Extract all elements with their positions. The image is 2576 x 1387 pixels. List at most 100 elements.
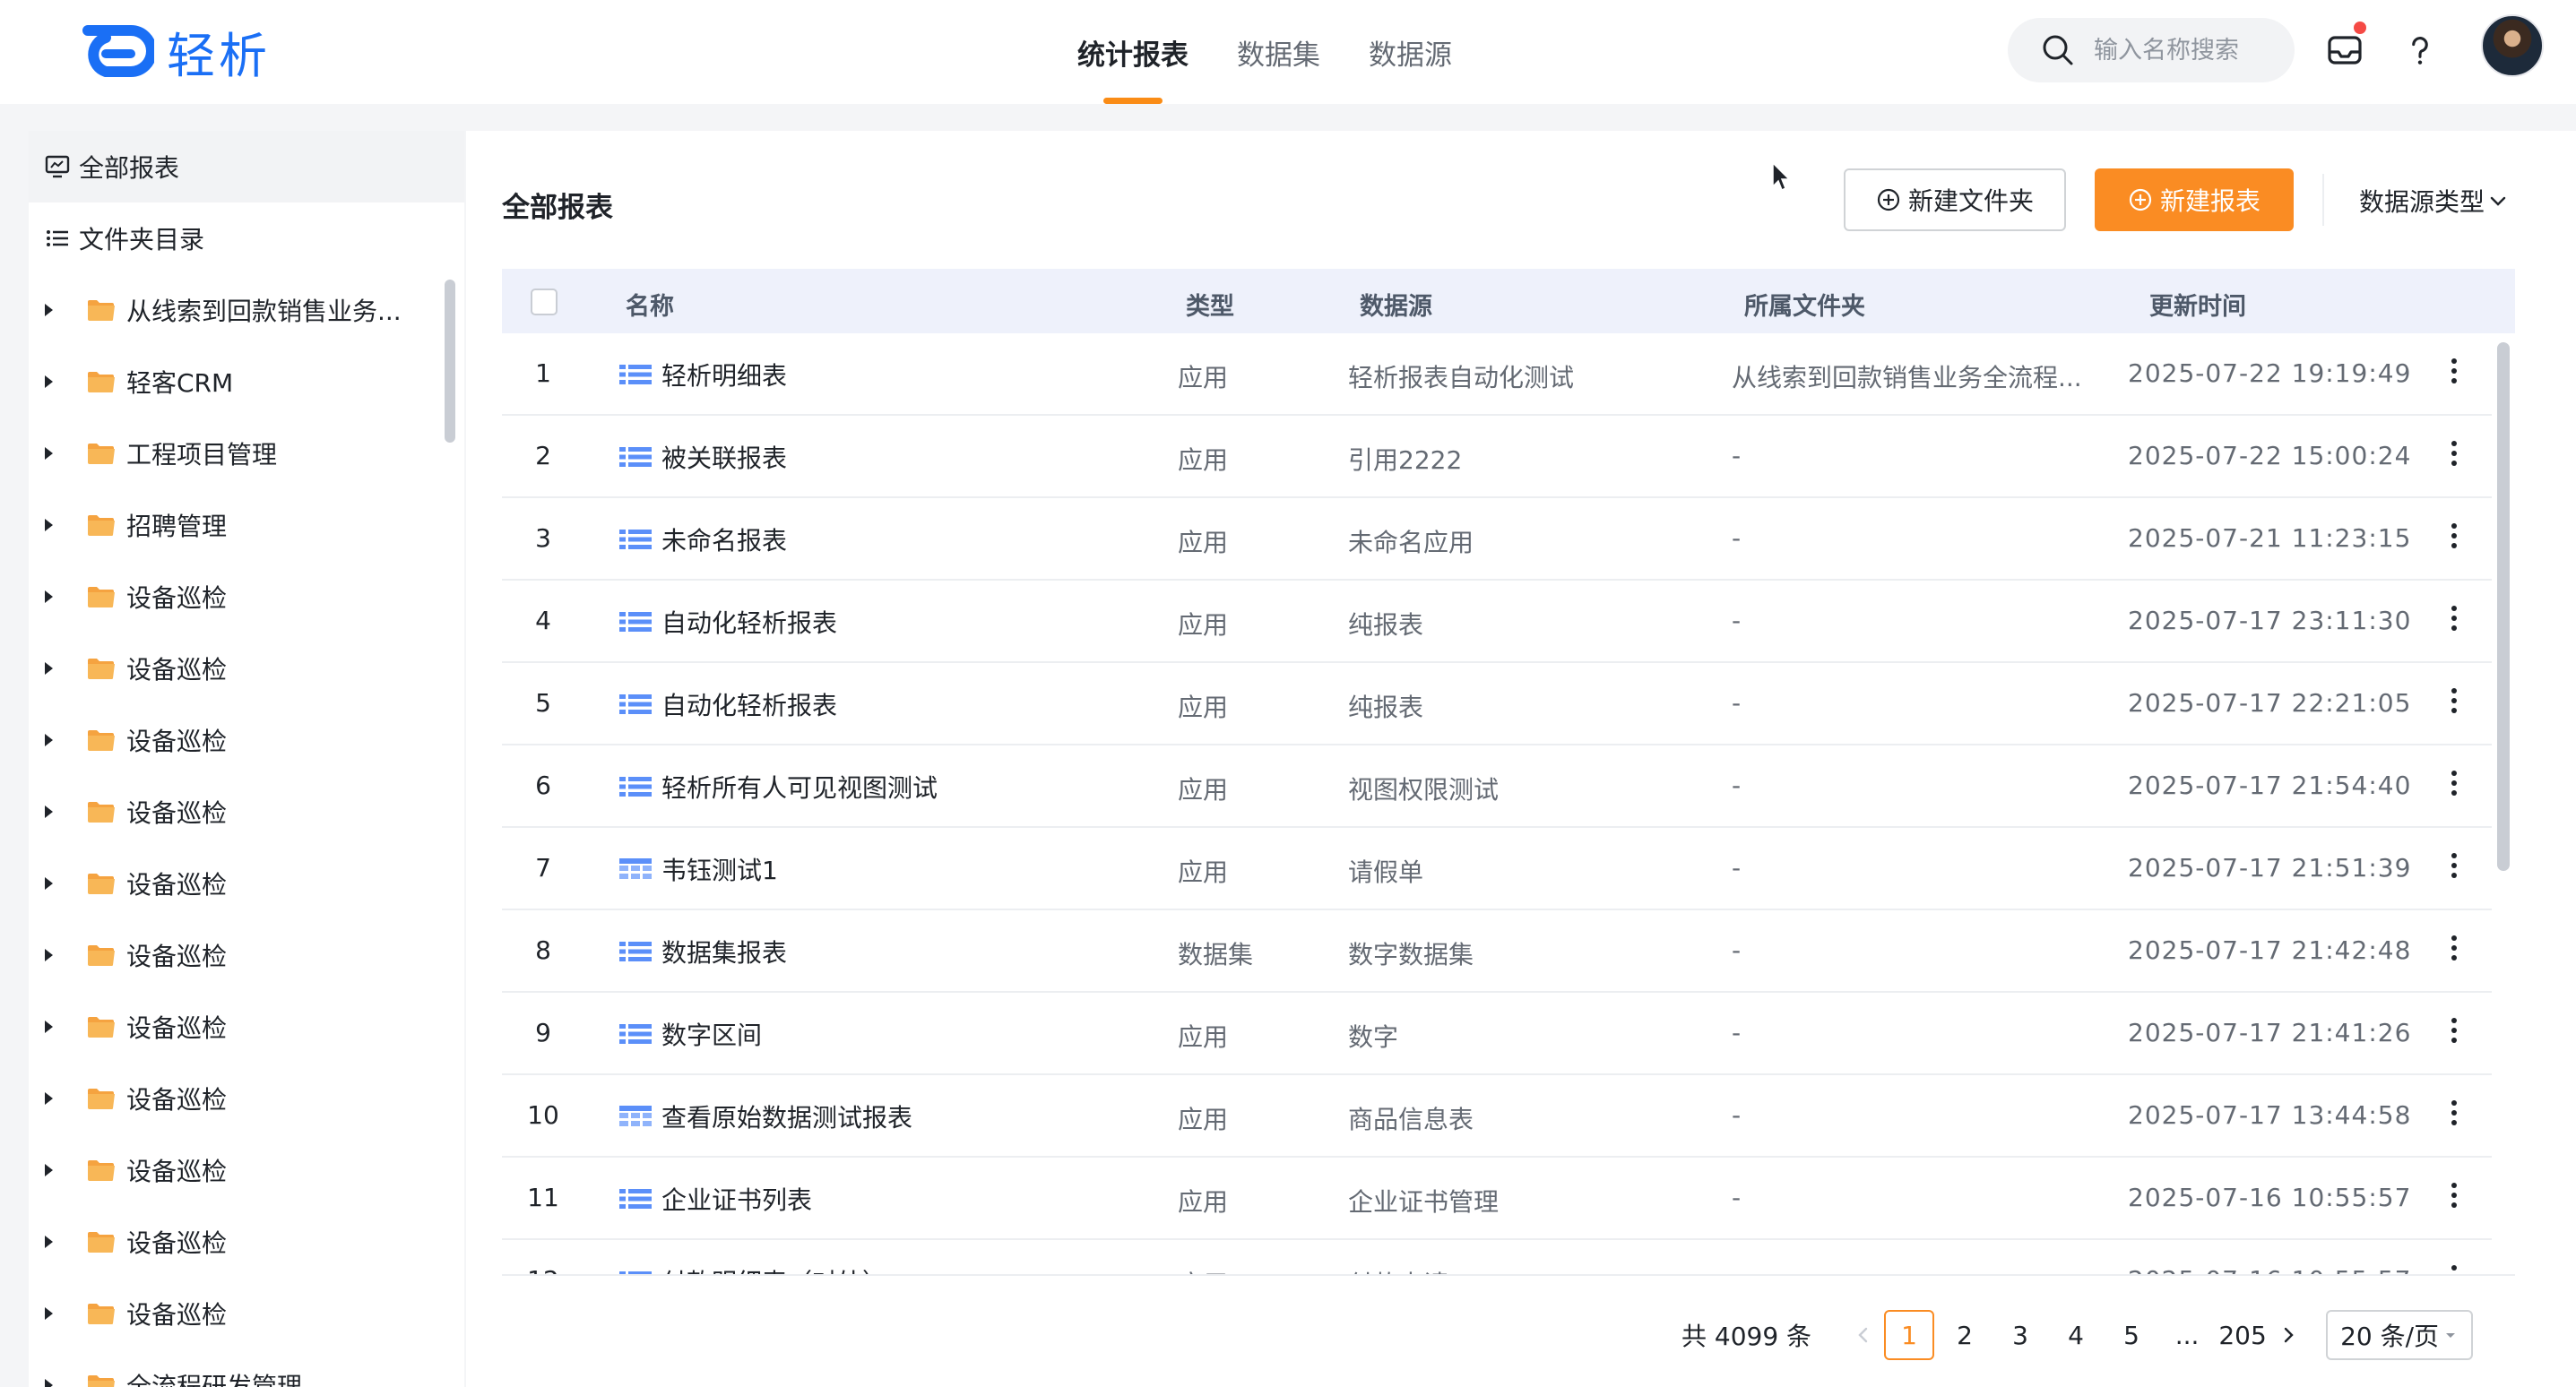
table-row[interactable]: 11 企业证书列表 应用 企业证书管理 - 2025-07-16 10:55:57 — [502, 1158, 2492, 1240]
folder-tree-item[interactable]: 设备巡检 — [29, 704, 464, 776]
table-row[interactable]: 4 自动化轻析报表 应用 纯报表 - 2025-07-17 23:11:30 — [502, 581, 2492, 663]
folder-tree-item[interactable]: 轻客CRM — [29, 346, 464, 418]
expand-caret-icon[interactable] — [45, 1379, 53, 1387]
folder-tree-item[interactable]: 设备巡检 — [29, 991, 464, 1063]
report-name-link[interactable]: 自动化轻析报表 — [618, 604, 837, 640]
folder-tree-item[interactable]: 设备巡检 — [29, 848, 464, 919]
table-row[interactable]: 8 数据集报表 数据集 数字数据集 - 2025-07-17 21:42:48 — [502, 910, 2492, 993]
notification-button[interactable] — [2321, 22, 2368, 73]
table-row[interactable]: 3 未命名报表 应用 未命名应用 - 2025-07-21 11:23:15 — [502, 498, 2492, 581]
column-header-folder[interactable]: 所属文件夹 — [1744, 287, 1865, 322]
table-row[interactable]: 5 自动化轻析报表 应用 纯报表 - 2025-07-17 22:21:05 — [502, 663, 2492, 745]
folder-tree-item[interactable]: 设备巡检 — [29, 1278, 464, 1349]
tab-datasources[interactable]: 数据源 — [1349, 0, 1472, 104]
expand-caret-icon[interactable] — [45, 877, 53, 890]
report-name-link[interactable]: 被关联报表 — [618, 439, 787, 475]
folder-tree-item[interactable]: 设备巡检 — [29, 919, 464, 991]
page-button[interactable]: 5 — [2106, 1310, 2157, 1360]
more-actions-icon[interactable] — [2443, 353, 2465, 389]
app-logo[interactable]: 轻析 — [82, 23, 271, 84]
more-actions-icon[interactable] — [2443, 1012, 2465, 1048]
folder-tree-item[interactable]: 设备巡检 — [29, 561, 464, 633]
expand-caret-icon[interactable] — [45, 304, 53, 316]
report-name-link[interactable]: 付款明细表（对外） — [618, 1263, 887, 1274]
more-actions-icon[interactable] — [2443, 1260, 2465, 1274]
table-row[interactable]: 6 轻析所有人可见视图测试 应用 视图权限测试 - 2025-07-17 21:54:40 — [502, 745, 2492, 828]
report-name-link[interactable]: 韦钰测试1 — [618, 851, 778, 887]
tab-statistics-reports[interactable]: 统计报表 — [1058, 0, 1208, 104]
more-actions-icon[interactable] — [2443, 600, 2465, 636]
page-button[interactable]: 205 — [2217, 1310, 2268, 1360]
sidebar-item-folder-directory[interactable]: 文件夹目录 — [29, 202, 464, 274]
expand-caret-icon[interactable] — [45, 447, 53, 460]
sidebar-item-all-reports[interactable]: 全部报表 — [29, 131, 464, 202]
folder-tree-item[interactable]: 设备巡检 — [29, 1063, 464, 1134]
new-report-button[interactable]: 新建报表 — [2095, 168, 2294, 231]
expand-caret-icon[interactable] — [45, 1307, 53, 1320]
page-button[interactable]: 3 — [1995, 1310, 2045, 1360]
report-name-link[interactable]: 自动化轻析报表 — [618, 686, 837, 722]
column-header-name[interactable]: 名称 — [626, 287, 674, 322]
more-actions-icon[interactable] — [2443, 435, 2465, 471]
tab-datasets[interactable]: 数据集 — [1217, 0, 1340, 104]
report-name-link[interactable]: 数据集报表 — [618, 934, 787, 969]
expand-caret-icon[interactable] — [45, 375, 53, 388]
table-row[interactable]: 12 付款明细表（对外） 应用 付款申请 - 2025-07-16 10:55:57 — [502, 1240, 2492, 1274]
next-page-button[interactable] — [2270, 1310, 2306, 1360]
more-actions-icon[interactable] — [2443, 930, 2465, 966]
expand-caret-icon[interactable] — [45, 519, 53, 531]
datasource-type-dropdown[interactable]: 数据源类型 — [2359, 183, 2508, 219]
page-button[interactable]: 1 — [1884, 1310, 1935, 1360]
report-name-link[interactable]: 企业证书列表 — [618, 1181, 812, 1217]
table-scrollbar[interactable] — [2497, 342, 2510, 871]
folder-tree-item[interactable]: 设备巡检 — [29, 1206, 464, 1278]
column-header-datasource[interactable]: 数据源 — [1360, 287, 1432, 322]
report-name-link[interactable]: 轻析所有人可见视图测试 — [618, 769, 938, 805]
page-ellipsis[interactable]: ... — [2162, 1310, 2212, 1360]
report-name-link[interactable]: 未命名报表 — [618, 521, 787, 557]
sidebar-scrollbar[interactable] — [445, 280, 455, 443]
report-name-link[interactable]: 数字区间 — [618, 1016, 762, 1052]
expand-caret-icon[interactable] — [45, 1092, 53, 1105]
table-row[interactable]: 10 查看原始数据测试报表 应用 商品信息表 - 2025-07-17 13:44:58 — [502, 1075, 2492, 1158]
column-header-type[interactable]: 类型 — [1186, 287, 1234, 322]
page-button[interactable]: 4 — [2051, 1310, 2101, 1360]
folder-tree-item[interactable]: 设备巡检 — [29, 776, 464, 848]
select-all-checkbox[interactable] — [531, 289, 558, 315]
expand-caret-icon[interactable] — [45, 1236, 53, 1248]
expand-caret-icon[interactable] — [45, 949, 53, 961]
expand-caret-icon[interactable] — [45, 805, 53, 818]
folder-tree-item[interactable]: 从线索到回款销售业务... — [29, 274, 464, 346]
more-actions-icon[interactable] — [2443, 683, 2465, 719]
more-actions-icon[interactable] — [2443, 518, 2465, 554]
more-actions-icon[interactable] — [2443, 1095, 2465, 1131]
folder-tree-item[interactable]: 设备巡检 — [29, 633, 464, 704]
table-row[interactable]: 9 数字区间 应用 数字 - 2025-07-17 21:41:26 — [502, 993, 2492, 1075]
folder-tree-item[interactable]: 全流程研发管理 — [29, 1349, 464, 1387]
page-size-select[interactable]: 20 条/页 — [2326, 1310, 2474, 1360]
table-row[interactable]: 1 轻析明细表 应用 轻析报表自动化测试 从线索到回款销售业务全流程... 2025-07… — [502, 333, 2492, 416]
expand-caret-icon[interactable] — [45, 662, 53, 675]
search-box[interactable] — [2008, 18, 2295, 82]
prev-page-button[interactable] — [1846, 1310, 1881, 1360]
more-actions-icon[interactable] — [2443, 765, 2465, 801]
search-input[interactable] — [2094, 36, 2282, 65]
help-button[interactable] — [2397, 27, 2443, 73]
expand-caret-icon[interactable] — [45, 590, 53, 603]
expand-caret-icon[interactable] — [45, 734, 53, 746]
folder-tree-item[interactable]: 工程项目管理 — [29, 418, 464, 489]
column-header-updated[interactable]: 更新时间 — [2149, 287, 2246, 322]
expand-caret-icon[interactable] — [45, 1021, 53, 1033]
table-row[interactable]: 2 被关联报表 应用 引用2222 - 2025-07-22 15:00:24 — [502, 416, 2492, 498]
folder-tree-item[interactable]: 设备巡检 — [29, 1134, 464, 1206]
expand-caret-icon[interactable] — [45, 1164, 53, 1176]
more-actions-icon[interactable] — [2443, 1177, 2465, 1213]
user-avatar[interactable] — [2481, 14, 2544, 77]
report-name-link[interactable]: 查看原始数据测试报表 — [618, 1098, 912, 1134]
table-row[interactable]: 7 韦钰测试1 应用 请假单 - 2025-07-17 21:51:39 — [502, 828, 2492, 910]
page-button[interactable]: 2 — [1940, 1310, 1990, 1360]
more-actions-icon[interactable] — [2443, 848, 2465, 883]
folder-tree-item[interactable]: 招聘管理 — [29, 489, 464, 561]
report-name-link[interactable]: 轻析明细表 — [618, 357, 787, 392]
new-folder-button[interactable]: 新建文件夹 — [1844, 168, 2066, 231]
